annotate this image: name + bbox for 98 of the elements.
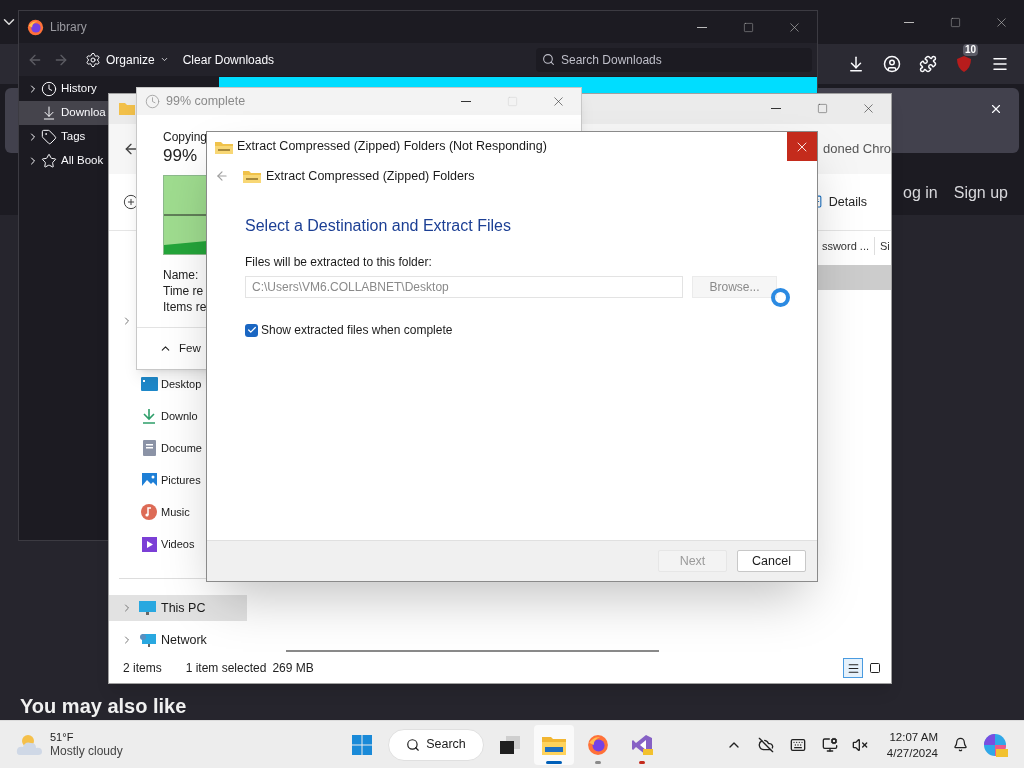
item-count: 2 items [123,660,162,678]
nav-link[interactable]: og in [903,180,938,205]
task-view-icon [499,734,521,755]
minimize-icon [697,26,707,28]
organize-button[interactable]: Organize [85,50,169,69]
picture-icon [141,472,157,488]
page-heading: Select a Destination and Extract Files [245,216,511,236]
section-heading: You may also like [20,694,187,718]
taskbar-app[interactable] [534,724,574,765]
copilot-icon [982,731,1008,758]
clock-icon [145,94,160,110]
nav-item[interactable]: Docume [109,432,206,465]
monitor-icon [139,600,156,616]
menu-icon [991,55,1009,73]
weather-icon [16,732,44,757]
folder-icon [119,102,135,116]
notification-count: 10 [962,44,978,56]
details-toggle[interactable]: Few [137,328,205,369]
cancel-button[interactable]: Cancel [737,550,806,572]
firefox-icon [587,733,609,756]
firefox-icon [27,18,44,36]
minimize-icon [461,101,471,103]
close-icon[interactable] [989,102,1003,116]
detail-label: Name: [163,267,200,284]
search-button[interactable]: Search [388,728,484,761]
desktop-icon [140,377,158,392]
search-field[interactable]: Search Downloads [536,47,812,72]
temperature: 51°F [50,730,75,744]
gear-icon [85,51,101,68]
percent-complete: 99% [163,145,198,168]
sidebar-item[interactable]: All Book [19,149,108,173]
keyboard-icon[interactable] [790,736,806,753]
nav-item[interactable]: Pictures [109,464,206,497]
nav-link[interactable]: Sign up [953,180,1008,205]
windows-logo-icon [352,734,372,755]
tree-item[interactable]: This PC [109,595,247,622]
busy-cursor-icon [771,288,790,307]
operation-label: Copying [163,129,208,146]
list-icon [846,661,860,675]
video-icon [141,536,157,552]
star-icon [41,153,57,169]
nav-item[interactable]: Videos [109,528,206,561]
document-icon [142,440,156,457]
checkbox[interactable] [245,323,258,337]
wizard-title: Extract Compressed (Zipped) Folders [266,167,475,185]
nav-item[interactable]: Downlo [109,400,206,433]
tree-item[interactable]: Network [109,627,247,654]
folder-icon [542,734,566,755]
download-icon [142,408,156,425]
sidebar-item[interactable]: Downloa [19,101,108,125]
square-icon [869,662,881,675]
clock-icon [41,81,57,97]
cloud-off-icon[interactable] [758,736,774,753]
maximize-icon [742,21,754,33]
window-title: Library [50,19,87,36]
sidebar-item[interactable]: Tags [19,125,108,149]
bell-icon[interactable] [952,737,968,752]
selection-status: 1 item selected [185,660,267,678]
window-title: Extract Compressed (Zipped) Folders (Not Responding) [237,138,547,156]
speaker-muted-icon[interactable] [852,736,868,753]
monitor-icon[interactable] [822,736,838,753]
detail-label: Items re [163,299,207,316]
caret-icon [159,55,169,64]
download-icon [41,105,57,121]
tag-icon [41,129,57,145]
maximize-icon [506,96,518,108]
download-icon [847,55,865,73]
zip-folder-icon [215,139,233,154]
puzzle-icon [919,55,937,73]
clock-button[interactable]: 12:07 AM 4/27/2024 [876,728,938,761]
selection-size: 269 MB [272,660,314,678]
music-icon [141,504,157,521]
maximize-icon [949,16,961,28]
plus-icon[interactable] [123,193,139,210]
maximize-icon [816,103,828,115]
zip-folder-icon [243,169,261,183]
minimize-icon [904,21,914,23]
minimize-icon [771,108,781,110]
check-icon [246,325,257,335]
details-view-button[interactable] [843,658,863,679]
nav-item[interactable]: Music [109,496,206,529]
field-label: Files will be extracted to this folder: [245,254,432,270]
column-header[interactable]: ssword ... [821,237,869,255]
account-icon [883,55,901,73]
sidebar-item[interactable]: History [19,77,108,101]
network-icon [139,632,156,648]
column-header[interactable]: Si [880,237,891,255]
checkbox-label: Show extracted files when complete [261,322,453,339]
weather-condition: Mostly cloudy [50,744,123,759]
nav-item[interactable]: Desktop [109,368,206,401]
detail-label: Time re [163,283,205,300]
clear-downloads-button[interactable]: Clear Downloads [182,50,275,69]
search-icon [542,53,555,66]
address-text: doned Chro [823,139,891,158]
shield-icon [956,55,972,73]
visual-studio-icon [631,733,653,756]
window-title: 99% complete [166,93,246,111]
search-icon [406,737,421,752]
